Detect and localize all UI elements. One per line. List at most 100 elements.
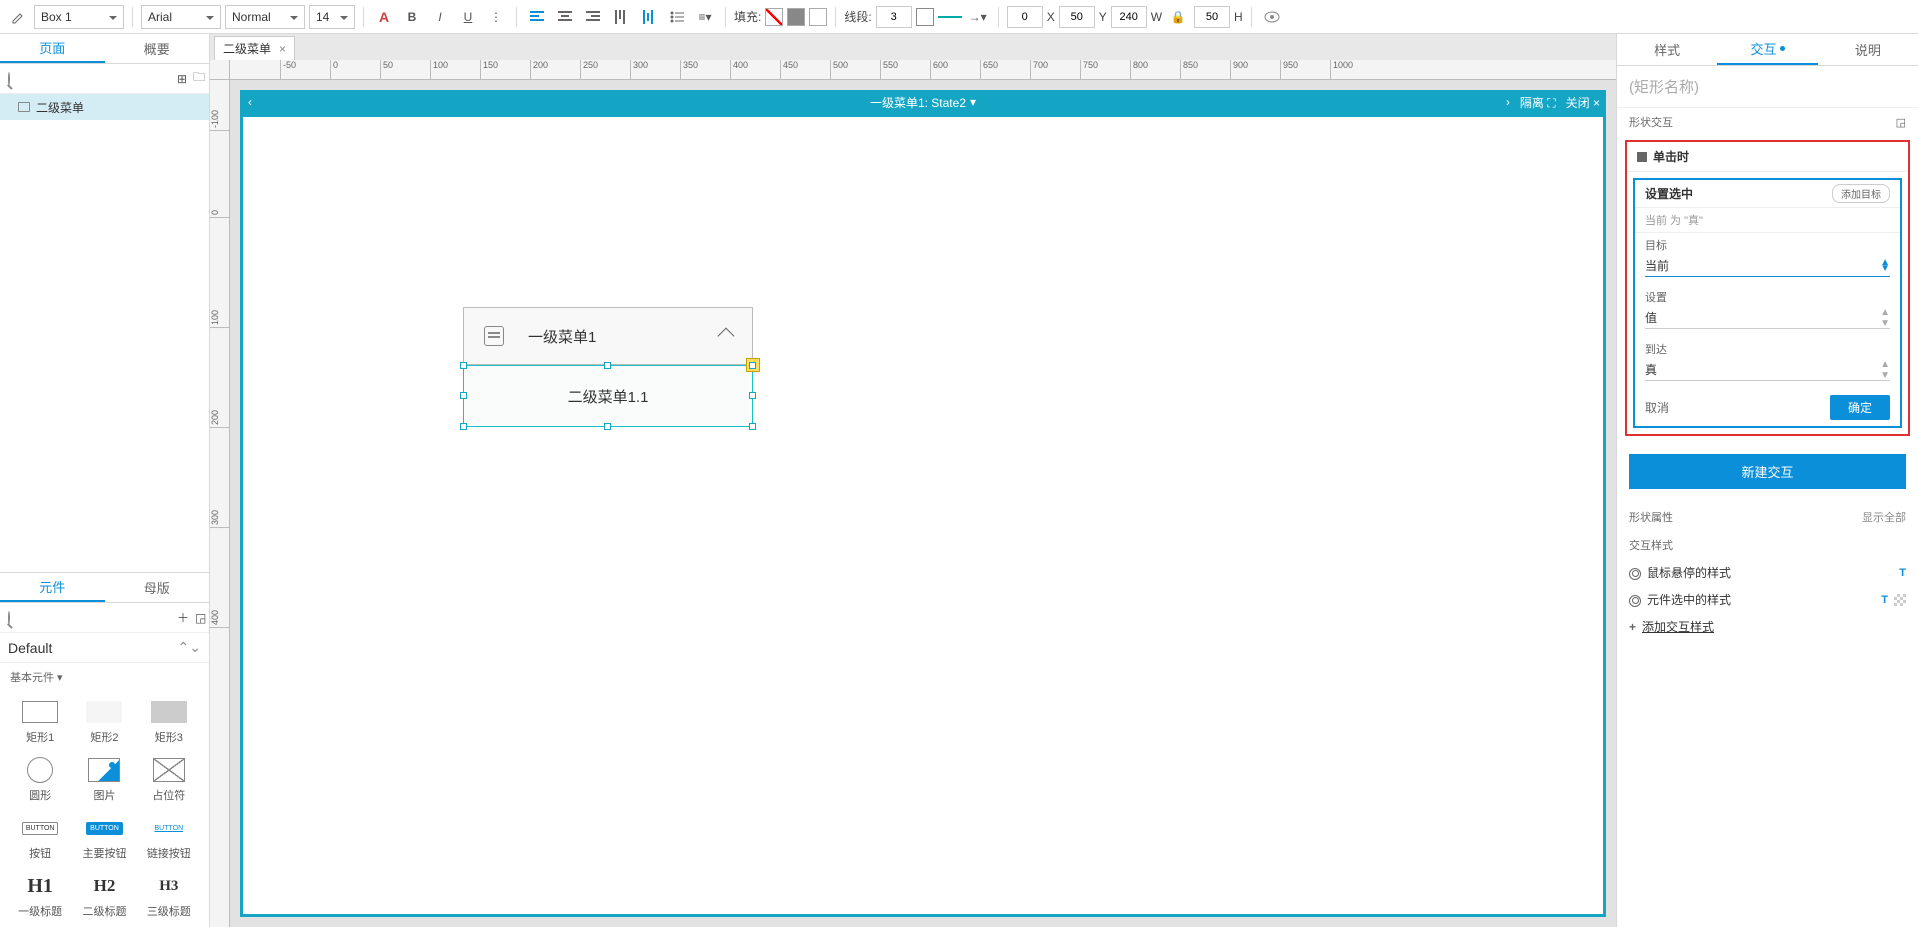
line-spacing-icon[interactable]: ≡▾ bbox=[693, 5, 717, 29]
widget-grid: 矩形1 矩形2 矩形3 圆形 图片 占位符 BUTTON按钮 BUTTON主要按… bbox=[0, 691, 209, 927]
align-bullets-icon[interactable] bbox=[665, 5, 689, 29]
align-right-icon[interactable] bbox=[581, 5, 605, 29]
dynamic-panel-body[interactable]: 一级菜单1 二级菜单1.1 ⚡ bbox=[240, 114, 1606, 917]
widget-h3[interactable]: H3三级标题 bbox=[139, 869, 199, 923]
tab-widgets[interactable]: 元件 bbox=[0, 573, 105, 602]
interaction-event-row[interactable]: 单击时 bbox=[1627, 142, 1908, 172]
right-panel: 样式 交互 说明 (矩形名称) 形状交互 ◲ 单击时 设置选中 添加目标 当前 … bbox=[1616, 34, 1918, 927]
add-folder-icon[interactable]: 🗀 bbox=[193, 67, 205, 91]
add-target-button[interactable]: 添加目标 bbox=[1832, 184, 1890, 203]
size-w-input[interactable] bbox=[1111, 6, 1147, 28]
x-label: X bbox=[1047, 10, 1055, 24]
widget-link-button[interactable]: BUTTON链接按钮 bbox=[139, 811, 199, 865]
size-h-input[interactable] bbox=[1194, 6, 1230, 28]
tab-outline[interactable]: 概要 bbox=[105, 34, 210, 63]
pos-x-input[interactable] bbox=[1007, 6, 1043, 28]
new-interaction-button[interactable]: 新建交互 bbox=[1629, 454, 1906, 489]
align-middle-icon[interactable] bbox=[637, 5, 661, 29]
widget-search-input[interactable] bbox=[16, 611, 171, 625]
tab-interactions[interactable]: 交互 bbox=[1717, 34, 1817, 65]
set-select[interactable]: 值▲▼ bbox=[1645, 307, 1890, 329]
underline-icon[interactable]: U bbox=[456, 5, 480, 29]
text-style-icon[interactable]: T bbox=[1899, 567, 1906, 579]
fill-checker-icon[interactable] bbox=[1894, 594, 1906, 606]
section-ix-style: 交互样式 bbox=[1629, 537, 1673, 553]
widget-rect2[interactable]: 矩形2 bbox=[74, 695, 134, 749]
align-top-icon[interactable] bbox=[609, 5, 633, 29]
text-color-icon[interactable]: A bbox=[372, 5, 396, 29]
ruler-vertical: -1000100200300400 bbox=[210, 80, 230, 927]
library-select[interactable]: Default⌃⌄ bbox=[0, 633, 209, 663]
lib-group-title[interactable]: 基本元件 ▾ bbox=[0, 663, 209, 691]
clipboard-icon bbox=[484, 326, 504, 346]
add-lib-icon[interactable]: ＋ bbox=[177, 606, 189, 630]
to-select[interactable]: 真▲▼ bbox=[1645, 359, 1890, 381]
chevron-right-icon[interactable]: › bbox=[1506, 95, 1510, 109]
fill-inner-shadow[interactable] bbox=[787, 8, 805, 26]
condition-text[interactable]: 当前 为 "真" bbox=[1635, 208, 1900, 233]
more-text-icon[interactable]: ⋮ bbox=[484, 5, 508, 29]
widget-h2[interactable]: H2二级标题 bbox=[74, 869, 134, 923]
align-center-icon[interactable] bbox=[553, 5, 577, 29]
dp-close-button[interactable]: 关闭 × bbox=[1566, 94, 1600, 111]
lib-view-icon[interactable]: ◲ bbox=[195, 606, 206, 630]
show-all-link[interactable]: 显示全部 bbox=[1862, 509, 1906, 525]
bold-icon[interactable]: B bbox=[400, 5, 424, 29]
ruler-horizontal: -500501001502002503003504004505005506006… bbox=[230, 60, 1616, 80]
y-label: Y bbox=[1099, 10, 1107, 24]
rename-icon[interactable] bbox=[6, 5, 30, 29]
canvas-area: 二级菜单 × -50050100150200250300350400450500… bbox=[210, 34, 1616, 927]
add-page-icon[interactable]: ⊞ bbox=[177, 67, 187, 91]
close-tab-icon[interactable]: × bbox=[279, 42, 286, 56]
widget-rect1[interactable]: 矩形1 bbox=[10, 695, 70, 749]
selected-style-row[interactable]: 元件选中的样式 T bbox=[1617, 586, 1918, 613]
stroke-style-icon[interactable] bbox=[938, 5, 962, 29]
tab-masters[interactable]: 母版 bbox=[105, 573, 210, 602]
menu-level-1[interactable]: 一级菜单1 bbox=[463, 307, 753, 365]
widget-circle[interactable]: 圆形 bbox=[10, 753, 70, 807]
page-icon bbox=[18, 102, 30, 112]
font-style-select[interactable]: Normal bbox=[225, 5, 305, 29]
tree-item-submenu[interactable]: 二级菜单 bbox=[0, 94, 209, 120]
shape-name-field[interactable]: (矩形名称) bbox=[1617, 66, 1918, 108]
widget-placeholder[interactable]: 占位符 bbox=[139, 753, 199, 807]
page-search-input[interactable] bbox=[16, 72, 171, 86]
h-label: H bbox=[1234, 10, 1243, 24]
tab-style[interactable]: 样式 bbox=[1617, 34, 1717, 65]
widget-button[interactable]: BUTTON按钮 bbox=[10, 811, 70, 865]
canvas-viewport[interactable]: ‹ 一级菜单1: State2 ▾ › 隔离 ⛶ 关闭 × 一级菜单1 bbox=[230, 80, 1616, 927]
font-family-select[interactable]: Arial bbox=[141, 5, 221, 29]
dynamic-panel-header[interactable]: ‹ 一级菜单1: State2 ▾ › 隔离 ⛶ 关闭 × bbox=[240, 90, 1606, 114]
add-ix-style-row[interactable]: +添加交互样式 bbox=[1617, 613, 1918, 640]
font-size-select[interactable]: 14 bbox=[309, 5, 355, 29]
fill-outer-shadow[interactable] bbox=[809, 8, 827, 26]
arrow-style-icon[interactable]: →▾ bbox=[966, 5, 990, 29]
section-add-icon[interactable]: ◲ bbox=[1896, 116, 1906, 129]
pos-y-input[interactable] bbox=[1059, 6, 1095, 28]
ok-button[interactable]: 确定 bbox=[1830, 395, 1890, 420]
isolate-toggle[interactable]: 隔离 ⛶ bbox=[1520, 94, 1556, 111]
stroke-width-input[interactable] bbox=[876, 6, 912, 28]
cancel-button[interactable]: 取消 bbox=[1645, 399, 1669, 416]
widget-image[interactable]: 图片 bbox=[74, 753, 134, 807]
widget-primary-button[interactable]: BUTTON主要按钮 bbox=[74, 811, 134, 865]
document-tab[interactable]: 二级菜单 × bbox=[214, 36, 295, 60]
stroke-color[interactable] bbox=[916, 8, 934, 26]
shape-name-select[interactable]: Box 1 bbox=[34, 5, 124, 29]
italic-icon[interactable]: I bbox=[428, 5, 452, 29]
visibility-icon[interactable] bbox=[1260, 5, 1284, 29]
widget-h1[interactable]: H1一级标题 bbox=[10, 869, 70, 923]
target-select[interactable]: 当前▲▼ bbox=[1645, 255, 1890, 277]
hover-style-row[interactable]: 鼠标悬停的样式 T bbox=[1617, 559, 1918, 586]
interaction-card: 单击时 设置选中 添加目标 当前 为 "真" 目标 当前▲▼ 设置 值▲ bbox=[1625, 140, 1910, 436]
chevron-left-icon[interactable]: ‹ bbox=[248, 95, 252, 109]
chevron-down-icon[interactable]: ▾ bbox=[970, 95, 976, 109]
widget-rect3[interactable]: 矩形3 bbox=[139, 695, 199, 749]
align-left-icon[interactable] bbox=[525, 5, 549, 29]
tab-pages[interactable]: 页面 bbox=[0, 34, 105, 63]
tab-notes[interactable]: 说明 bbox=[1818, 34, 1918, 65]
fill-swatch[interactable] bbox=[765, 8, 783, 26]
menu-level-2-selected[interactable]: 二级菜单1.1 ⚡ bbox=[463, 365, 753, 427]
text-style-icon[interactable]: T bbox=[1881, 594, 1888, 606]
lock-aspect-icon[interactable]: 🔒 bbox=[1166, 5, 1190, 29]
